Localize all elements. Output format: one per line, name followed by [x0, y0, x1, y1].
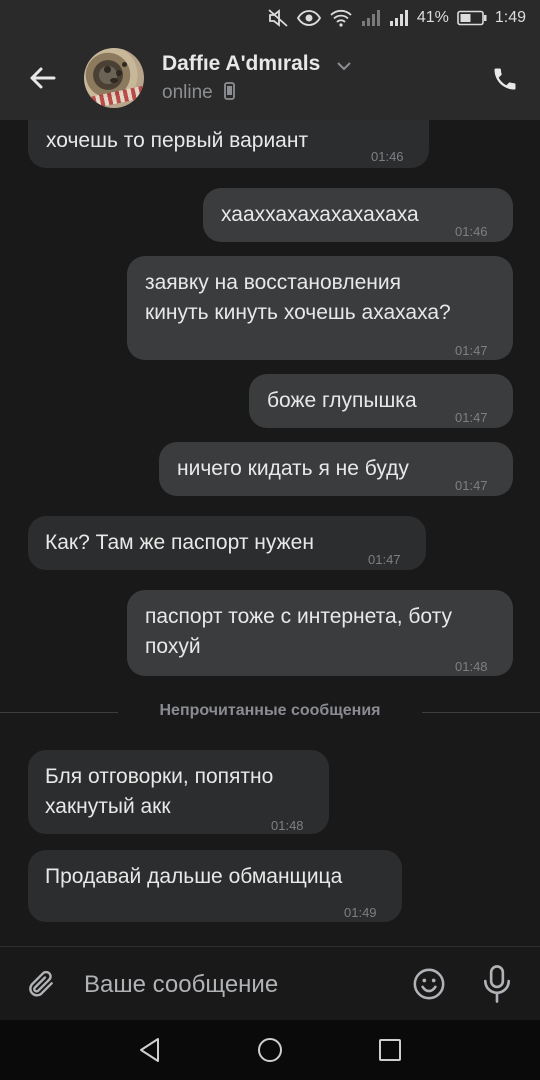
- unread-divider-label: Непрочитанные сообщения: [159, 702, 381, 719]
- message-time: 01:47: [455, 478, 488, 493]
- nav-home-button[interactable]: [252, 1032, 288, 1068]
- message-input[interactable]: [84, 967, 394, 1003]
- message-bubble[interactable]: Продавай дальше обманщица 01:49: [28, 850, 402, 922]
- message-time: 01:47: [455, 343, 488, 358]
- paperclip-icon: [29, 970, 53, 997]
- status-label: online: [162, 82, 213, 103]
- message-time: 01:47: [368, 552, 401, 567]
- mobile-device-icon: [224, 82, 235, 106]
- mute-icon: [267, 8, 289, 28]
- system-nav-bar: [0, 1020, 540, 1080]
- status-bar: 41% 1:49: [0, 0, 540, 36]
- message-text: заявку на восстановления кинуть кинуть х…: [145, 271, 451, 324]
- nav-back-icon: [140, 1038, 159, 1062]
- signal-icon: [361, 9, 381, 27]
- message-bubble[interactable]: хааххахахахахахаха 01:46: [203, 188, 513, 242]
- nav-recents-button[interactable]: [372, 1032, 408, 1068]
- message-composer: [0, 946, 540, 1020]
- signal-icon: [389, 9, 409, 27]
- message-text: Бля отговорки, попятно хакнутый акк: [45, 765, 274, 818]
- chat-header: Daffıe A'dmırals online: [0, 36, 540, 120]
- message-bubble[interactable]: боже глупышка 01:47: [249, 374, 513, 428]
- emoji-button[interactable]: [408, 963, 450, 1005]
- message-bubble[interactable]: Как? Там же паспорт нужен 01:47: [28, 516, 426, 570]
- message-time: 01:47: [455, 410, 488, 425]
- message-bubble[interactable]: Бля отговорки, попятно хакнутый акк 01:4…: [28, 750, 329, 834]
- unread-divider: Непрочитанные сообщения: [0, 698, 540, 728]
- message-bubble[interactable]: паспорт тоже с интернета, боту похуй 01:…: [127, 590, 513, 676]
- message-bubble[interactable]: заявку на восстановления кинуть кинуть х…: [127, 256, 513, 360]
- message-text: Продавай дальше обманщица: [45, 865, 343, 888]
- message-time: 01:48: [271, 818, 304, 833]
- contact-status: online: [162, 82, 235, 106]
- back-arrow-icon: [30, 67, 56, 89]
- voice-message-button[interactable]: [476, 961, 518, 1007]
- nav-home-icon: [258, 1038, 282, 1062]
- message-text: паспорт тоже с интернета, боту похуй: [145, 605, 452, 658]
- battery-icon: [457, 10, 487, 26]
- message-bubble[interactable]: ничего кидать я не буду 01:47: [159, 442, 513, 496]
- message-time: 01:46: [455, 224, 488, 239]
- back-button[interactable]: [24, 60, 60, 96]
- message-text: хааххахахахахахаха: [221, 203, 419, 226]
- message-text: хочешь то первый вариант: [46, 129, 309, 152]
- eye-comfort-icon: [296, 9, 321, 27]
- message-list[interactable]: хочешь то первый вариант 01:46 хааххахах…: [0, 120, 540, 944]
- message-time: 01:48: [455, 659, 488, 674]
- chevron-down-icon[interactable]: [336, 58, 352, 76]
- status-time: 1:49: [494, 9, 526, 26]
- wifi-icon: [329, 9, 353, 27]
- avatar[interactable]: [84, 48, 144, 108]
- message-time: 01:46: [371, 149, 404, 164]
- message-text: Как? Там же паспорт нужен: [45, 531, 314, 554]
- contact-name[interactable]: Daffıe A'dmırals: [162, 52, 320, 76]
- phone-icon: [494, 68, 516, 90]
- attach-button[interactable]: [20, 963, 62, 1005]
- call-button[interactable]: [484, 58, 526, 100]
- nav-recents-icon: [379, 1039, 401, 1061]
- nav-back-button[interactable]: [132, 1032, 168, 1068]
- emoji-icon: [413, 968, 445, 1000]
- microphone-icon: [483, 965, 511, 1003]
- message-text: боже глупышка: [267, 389, 417, 412]
- message-text: ничего кидать я не буду: [177, 457, 409, 480]
- battery-percent: 41%: [416, 9, 449, 26]
- message-bubble[interactable]: хочешь то первый вариант 01:46: [28, 120, 429, 168]
- message-time: 01:49: [344, 905, 377, 920]
